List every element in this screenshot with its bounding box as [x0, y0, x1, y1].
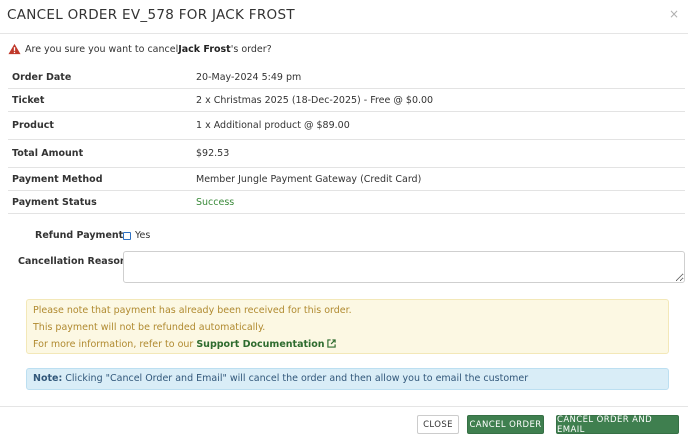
table-row: Total Amount $92.53 — [8, 139, 685, 168]
note-alert: Note: Clicking "Cancel Order and Email" … — [26, 368, 669, 390]
warning-line: This payment will not be refunded automa… — [33, 322, 266, 333]
payment-status-value: Success — [192, 190, 685, 214]
detail-label: Payment Status — [8, 190, 192, 214]
modal-title: CANCEL ORDER EV_578 FOR JACK FROST — [7, 7, 295, 23]
table-row: Order Date 20-May-2024 5:49 pm — [8, 66, 685, 89]
confirm-message: Are you sure you want to cancel Jack Fro… — [8, 43, 272, 55]
warning-triangle-icon — [8, 43, 21, 55]
detail-value: 2 x Christmas 2025 (18-Dec-2025) - Free … — [192, 88, 685, 112]
cancel-order-and-email-button[interactable]: CANCEL ORDER AND EMAIL — [556, 415, 679, 435]
note-text: Clicking "Cancel Order and Email" will c… — [62, 373, 529, 384]
modal-header: CANCEL ORDER EV_578 FOR JACK FROST × — [0, 0, 688, 34]
detail-label: Order Date — [8, 66, 192, 89]
table-row: Ticket 2 x Christmas 2025 (18-Dec-2025) … — [8, 88, 685, 112]
warning-line-prefix: For more information, refer to our — [33, 339, 197, 350]
support-documentation-link[interactable]: Support Documentation — [196, 339, 336, 350]
confirm-suffix: 's order? — [230, 43, 272, 55]
order-details-table: Order Date 20-May-2024 5:49 pm Ticket 2 … — [8, 66, 685, 214]
table-row: Product 1 x Additional product @ $89.00 — [8, 111, 685, 140]
payment-warning-alert: Please note that payment has already bee… — [26, 299, 669, 354]
refund-yes-label[interactable]: Yes — [135, 230, 150, 241]
table-row: Payment Status Success — [8, 190, 685, 214]
detail-label: Total Amount — [8, 139, 192, 168]
detail-label: Payment Method — [8, 167, 192, 191]
close-icon[interactable]: × — [669, 7, 679, 21]
detail-value: 20-May-2024 5:49 pm — [192, 66, 685, 89]
note-label: Note: — [33, 373, 63, 384]
table-row: Payment Method Member Jungle Payment Gat… — [8, 167, 685, 191]
warning-line: Please note that payment has already bee… — [33, 305, 352, 316]
external-link-icon — [326, 339, 336, 348]
cancel-order-button[interactable]: CANCEL ORDER — [467, 415, 544, 434]
cancellation-reason-input[interactable] — [123, 251, 685, 283]
detail-value: 1 x Additional product @ $89.00 — [192, 111, 685, 140]
cancellation-reason-label: Cancellation Reason — [18, 256, 127, 267]
confirm-prefix: Are you sure you want to cancel — [25, 43, 179, 55]
detail-value: $92.53 — [192, 139, 685, 168]
detail-label: Ticket — [8, 88, 192, 112]
warning-line: For more information, refer to our Suppo… — [33, 339, 336, 350]
refund-checkbox[interactable] — [123, 232, 131, 240]
detail-value: Member Jungle Payment Gateway (Credit Ca… — [192, 167, 685, 191]
refund-payment-label: Refund Payment — [35, 230, 124, 241]
close-button[interactable]: CLOSE — [417, 415, 459, 434]
support-documentation-label: Support Documentation — [196, 339, 325, 350]
customer-name: Jack Frost — [178, 43, 231, 55]
detail-label: Product — [8, 111, 192, 140]
